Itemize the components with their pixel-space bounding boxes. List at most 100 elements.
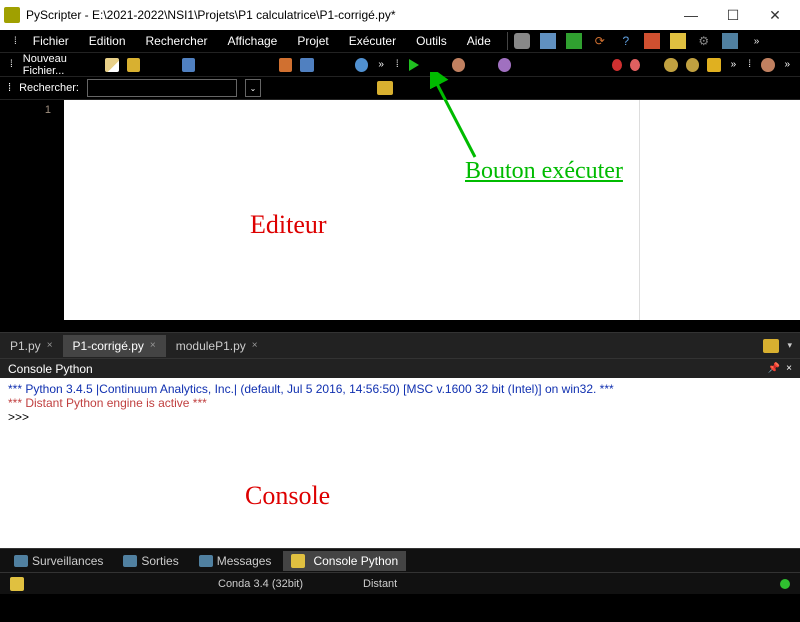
bolt-icon[interactable]: [707, 58, 720, 72]
file-toolbar: ⁞ Nouveau Fichier... » ⁞ » ⁞ »: [0, 52, 800, 76]
open-icon[interactable]: [127, 58, 140, 72]
menu-edition[interactable]: Edition: [79, 32, 136, 50]
watch-icon: [14, 555, 28, 567]
menu-executer[interactable]: Exécuter: [339, 32, 406, 50]
annotation-run-label: Bouton exécuter: [465, 158, 623, 185]
terminal-icon[interactable]: [566, 33, 582, 49]
bottom-tab-console[interactable]: Console Python: [283, 551, 406, 571]
db-icon[interactable]: [514, 33, 530, 49]
status-engine: Distant: [363, 578, 397, 590]
close-window-button[interactable]: ✕: [754, 1, 796, 29]
search-overflow-icon[interactable]: ⁞: [8, 82, 11, 94]
code-editor[interactable]: [63, 100, 800, 320]
layers-icon[interactable]: [644, 33, 660, 49]
zoom-out-icon[interactable]: [686, 58, 699, 72]
syntax-icon[interactable]: [279, 58, 292, 72]
stop-icon[interactable]: [630, 59, 640, 71]
python-small-icon: [291, 554, 305, 568]
form-icon[interactable]: [300, 58, 313, 72]
run-button[interactable]: [409, 59, 419, 71]
search-folder-icon[interactable]: [377, 81, 393, 95]
tab-label: P1-corrigé.py: [73, 339, 144, 353]
toolbar-more1-icon[interactable]: »: [376, 59, 386, 70]
messages-icon: [199, 555, 213, 567]
bottom-tab-sorties[interactable]: Sorties: [115, 551, 186, 571]
console-banner: *** Python 3.4.5 |Continuum Analytics, I…: [8, 382, 792, 396]
file-icon[interactable]: [105, 58, 118, 72]
console-title: Console Python: [8, 362, 93, 376]
tab-close-icon[interactable]: ×: [47, 340, 53, 351]
new-file-button[interactable]: Nouveau Fichier...: [23, 53, 98, 77]
menu-bar: ⁞ Fichier Edition Rechercher Affichage P…: [0, 30, 800, 52]
maximize-button[interactable]: ☐: [712, 1, 754, 29]
tab-close-icon[interactable]: ×: [150, 340, 156, 351]
bottom-tab-messages[interactable]: Messages: [191, 551, 280, 571]
arrow-icon[interactable]: [355, 58, 368, 72]
menu-outils[interactable]: Outils: [406, 32, 457, 50]
python-console[interactable]: *** Python 3.4.5 |Continuum Analytics, I…: [0, 378, 800, 548]
divider2-icon: ⁞: [746, 59, 753, 70]
gear-icon[interactable]: ⚙: [696, 33, 712, 49]
breakpoint-icon[interactable]: [612, 59, 622, 71]
tab-label: moduleP1.py: [176, 339, 246, 353]
bottom-tab-label: Messages: [217, 554, 272, 568]
step-icon[interactable]: [498, 58, 511, 72]
menu-projet[interactable]: Projet: [287, 32, 338, 50]
title-bar: PyScripter - E:\2021-2022\NSI1\Projets\P…: [0, 0, 800, 30]
python-icon[interactable]: [670, 33, 686, 49]
status-conda: Conda 3.4 (32bit): [218, 578, 303, 590]
refresh-icon[interactable]: ⟳: [592, 33, 608, 49]
status-dot-icon: [780, 579, 790, 589]
window-icon[interactable]: [722, 33, 738, 49]
zoom-in-icon[interactable]: [664, 58, 677, 72]
menu-more-icon[interactable]: »: [748, 36, 766, 47]
toolbar-more3-icon[interactable]: »: [783, 59, 793, 70]
console-engine-line: *** Distant Python engine is active ***: [8, 396, 792, 410]
menu-fichier[interactable]: Fichier: [23, 32, 79, 50]
toolbar-more2-icon[interactable]: »: [729, 59, 739, 70]
bottom-tab-label: Sorties: [141, 554, 178, 568]
status-bar: Conda 3.4 (32bit) Distant: [0, 572, 800, 594]
search-bar: ⁞ Rechercher: ⌄: [0, 76, 800, 100]
tab-p1-corrige[interactable]: P1-corrigé.py ×: [63, 335, 166, 357]
toolbar-overflow-icon[interactable]: ⁞: [8, 59, 15, 70]
tab-p1[interactable]: P1.py ×: [0, 335, 63, 357]
debug-icon[interactable]: [452, 58, 465, 72]
save-icon[interactable]: [182, 58, 195, 72]
stack-icon[interactable]: [540, 33, 556, 49]
search-dropdown-icon[interactable]: ⌄: [245, 79, 261, 97]
pin-icon[interactable]: 📌: [768, 363, 780, 374]
console-header: Console Python 📌 ×: [0, 358, 800, 378]
document-tabs: P1.py × P1-corrigé.py × moduleP1.py × ▾: [0, 332, 800, 358]
help-icon[interactable]: ?: [618, 33, 634, 49]
line-gutter: 1: [0, 100, 63, 320]
bug2-icon[interactable]: [761, 58, 774, 72]
search-label: Rechercher:: [19, 82, 79, 94]
output-icon: [123, 555, 137, 567]
menu-rechercher[interactable]: Rechercher: [136, 32, 218, 50]
status-python-icon: [10, 577, 24, 591]
console-close-icon[interactable]: ×: [786, 363, 792, 374]
bottom-tab-label: Surveillances: [32, 554, 103, 568]
bottom-tab-surveillances[interactable]: Surveillances: [6, 551, 111, 571]
tab-dropdown-icon[interactable]: ▾: [787, 340, 792, 351]
tab-label: P1.py: [10, 339, 41, 353]
menu-aide[interactable]: Aide: [457, 32, 501, 50]
search-input[interactable]: [87, 79, 237, 97]
divider: [507, 32, 508, 50]
console-prompt: >>>: [8, 410, 792, 424]
menu-overflow-icon[interactable]: ⁞: [8, 36, 23, 47]
tab-folder-icon[interactable]: [763, 339, 779, 353]
tab-close-icon[interactable]: ×: [252, 340, 258, 351]
menu-affichage[interactable]: Affichage: [218, 32, 288, 50]
app-icon: [4, 7, 20, 23]
annotation-console-label: Console: [245, 481, 330, 511]
bottom-tab-bar: Surveillances Sorties Messages Console P…: [0, 548, 800, 572]
editor-margin-line: [639, 100, 640, 320]
divider-icon: ⁞: [394, 59, 401, 70]
minimize-button[interactable]: —: [670, 1, 712, 29]
editor-area: 1: [0, 100, 800, 320]
tab-modulep1[interactable]: moduleP1.py ×: [166, 335, 268, 357]
annotation-editor-label: Editeur: [250, 210, 327, 240]
bottom-tab-label: Console Python: [313, 554, 398, 568]
